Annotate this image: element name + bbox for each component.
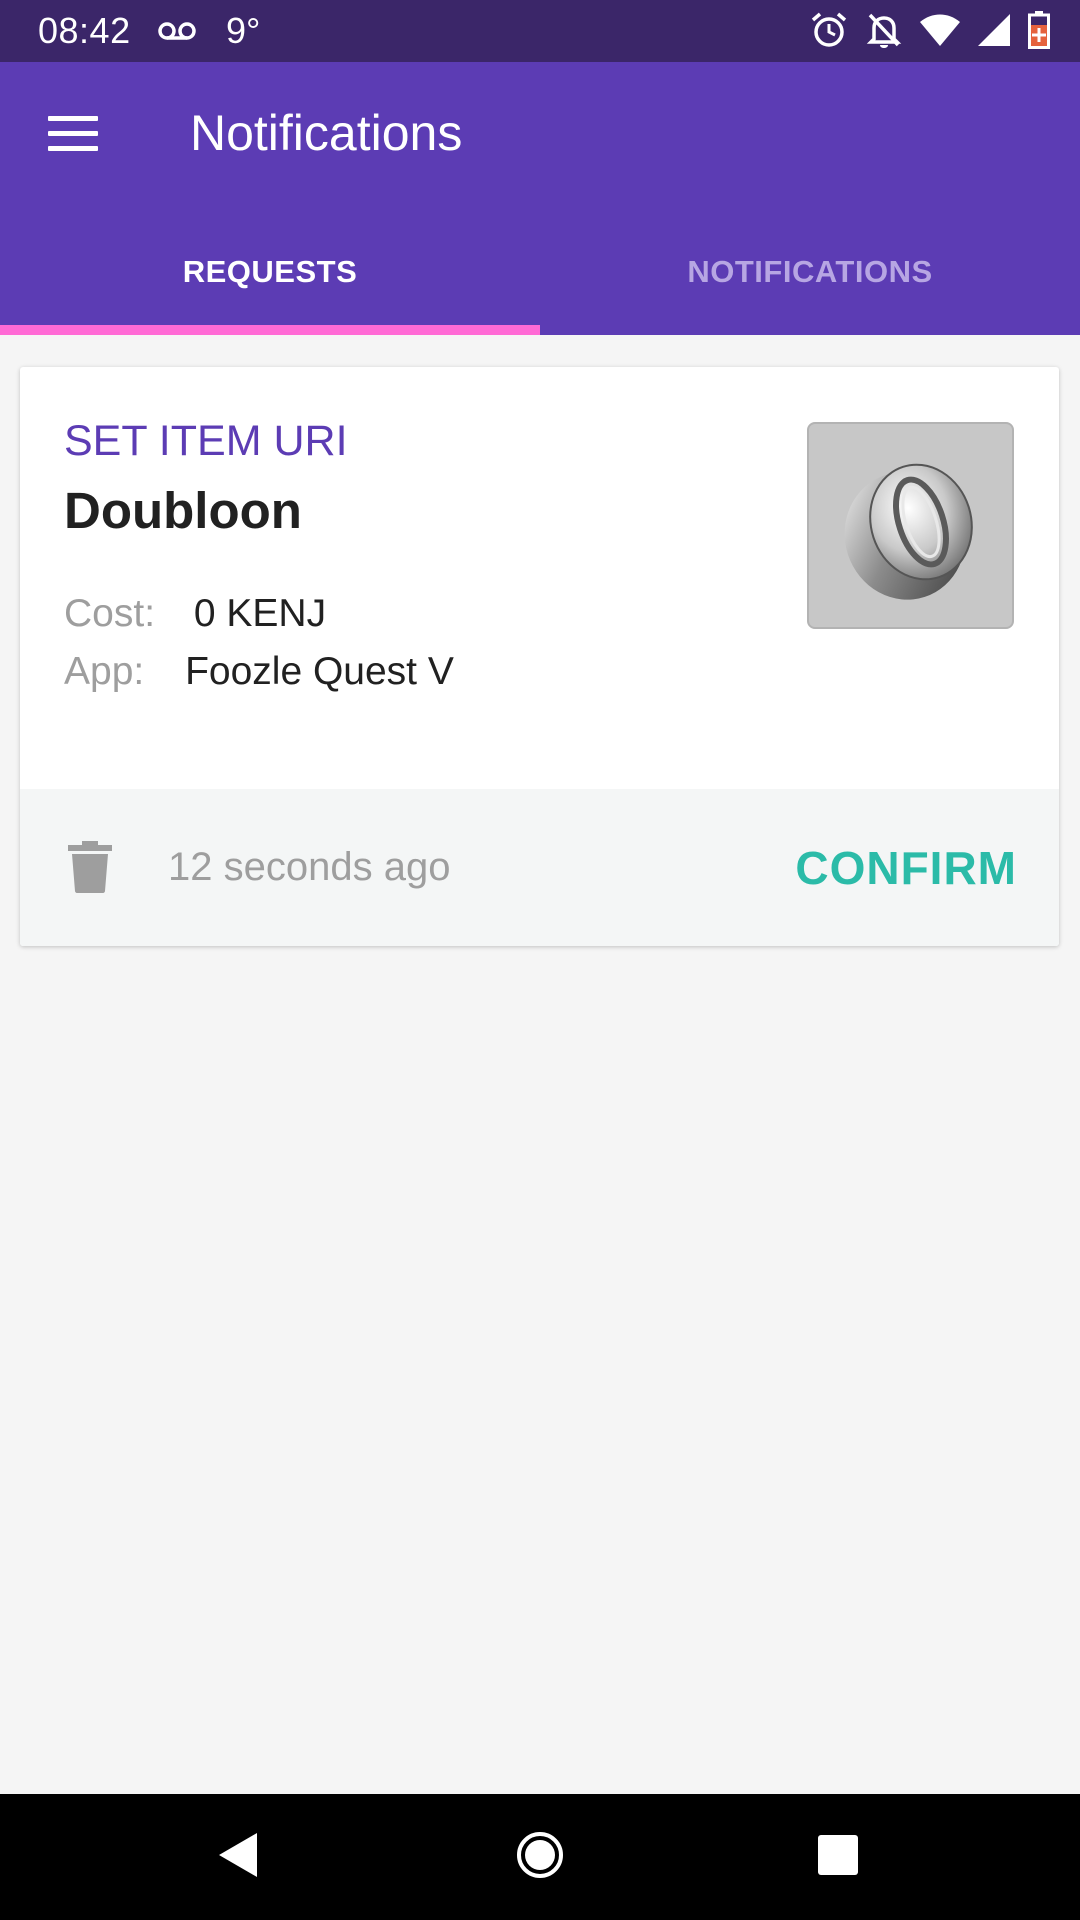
request-card: SET ITEM URI Doubloon Cost: 0 KENJ App: … (20, 367, 1059, 946)
request-type: SET ITEM URI (64, 417, 348, 465)
app-value: Foozle Quest V (185, 650, 454, 693)
trash-icon[interactable] (68, 841, 112, 898)
tab-requests[interactable]: REQUESTS (0, 254, 540, 290)
status-time: 08:42 (38, 10, 131, 51)
battery-icon (1028, 10, 1050, 54)
page-title: Notifications (190, 105, 463, 161)
status-bar: 08:42 9° (0, 0, 1080, 62)
app-label: App: (64, 650, 145, 693)
home-button[interactable] (480, 1794, 600, 1920)
home-icon (515, 1830, 565, 1885)
app-bar: Notifications REQUESTS NOTIFICATIONS (0, 62, 1080, 335)
voicemail-icon (158, 16, 196, 51)
notifications-off-icon (866, 11, 902, 54)
status-temperature: 9° (226, 10, 261, 51)
cost-value: 0 KENJ (193, 592, 327, 635)
item-image (807, 422, 1014, 629)
cost-row: Cost: 0 KENJ (64, 592, 326, 636)
back-icon (217, 1831, 259, 1884)
wifi-icon (920, 14, 960, 51)
tab-notifications[interactable]: NOTIFICATIONS (540, 254, 1080, 290)
status-icons (810, 10, 1050, 54)
item-name: Doubloon (64, 482, 302, 539)
recents-button[interactable] (778, 1794, 898, 1920)
recents-icon (817, 1834, 859, 1881)
signal-icon (978, 13, 1010, 51)
navigation-bar (0, 1794, 1080, 1920)
back-button[interactable] (178, 1794, 298, 1920)
hamburger-menu-icon[interactable] (48, 116, 98, 152)
cost-label: Cost: (64, 592, 156, 635)
coin-icon (809, 463, 1012, 627)
timestamp: 12 seconds ago (168, 845, 451, 889)
confirm-button[interactable]: CONFIRM (795, 841, 1017, 895)
card-footer: 12 seconds ago CONFIRM (20, 789, 1059, 946)
alarm-icon (810, 11, 848, 54)
app-row: App: Foozle Quest V (64, 650, 454, 694)
tab-indicator (0, 325, 540, 335)
